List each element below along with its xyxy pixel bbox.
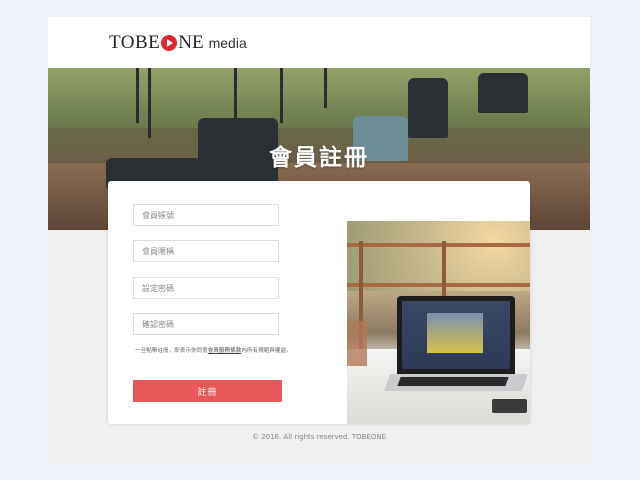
brand-logo[interactable]: TOBE NE media	[109, 30, 247, 56]
laptop-photo	[347, 221, 530, 424]
logo-text-left: TOBE	[109, 32, 161, 53]
page-title: 會員註冊	[269, 145, 369, 171]
confirm-password-input[interactable]	[133, 313, 279, 335]
logo-suffix: media	[208, 35, 247, 51]
register-button[interactable]: 註冊	[133, 380, 282, 402]
swing-chain	[148, 68, 151, 138]
swing-seat	[408, 78, 448, 138]
register-card: 一旦點擊註冊，即表示你同意會員服務條款內所有規範與權益。 註冊	[108, 181, 530, 424]
swing-seat	[478, 73, 528, 113]
footer-copyright: © 2016. All rights reserved. TOBEONE	[251, 433, 387, 441]
swing-chain	[280, 68, 283, 123]
nickname-input[interactable]	[133, 240, 279, 262]
register-form: 一旦點擊註冊，即表示你同意會員服務條款內所有規範與權益。 註冊	[133, 181, 348, 424]
play-icon	[161, 35, 178, 51]
terms-prefix: 一旦點擊註冊，即表示你同意	[135, 348, 208, 354]
logo-text-right: NE	[178, 32, 204, 53]
swing-chain	[324, 68, 327, 108]
terms-link[interactable]: 會員服務條款	[208, 348, 242, 354]
swing-chain	[234, 68, 237, 123]
phone	[492, 399, 527, 413]
header-bar: TOBE NE media	[48, 17, 590, 68]
terms-notice: 一旦點擊註冊，即表示你同意會員服務條款內所有規範與權益。	[135, 346, 350, 354]
swing-chain	[136, 68, 139, 123]
password-input[interactable]	[133, 277, 279, 299]
account-input[interactable]	[133, 204, 279, 226]
page-frame: TOBE NE media 會員註冊 一旦點擊註冊，即表示你同意會員服務條款內所…	[48, 17, 590, 464]
terms-suffix: 內所有規範與權益。	[241, 348, 292, 354]
